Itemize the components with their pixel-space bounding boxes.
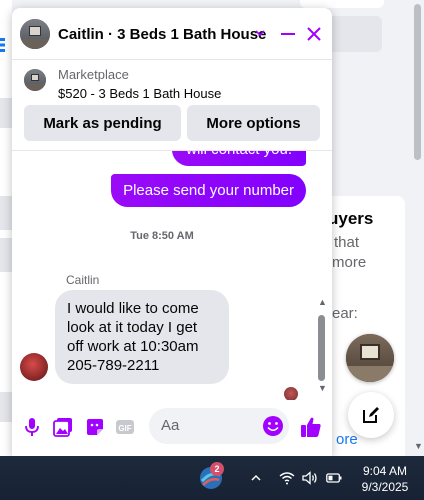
left-sidebar-item[interactable] xyxy=(0,196,12,230)
show-hidden-icons-button[interactable] xyxy=(248,470,264,486)
gif-button[interactable]: GIF xyxy=(114,416,136,438)
page-scrollbar-thumb[interactable] xyxy=(414,4,421,160)
marketplace-listing-banner: Marketplace $520 - 3 Beds 1 Bath House M… xyxy=(12,61,332,151)
message-input-wrapper[interactable] xyxy=(149,408,289,444)
listing-source: Marketplace xyxy=(58,67,129,82)
outgoing-message: will contact you. xyxy=(172,151,306,166)
wifi-button[interactable] xyxy=(279,470,295,486)
scroll-down-arrow-icon[interactable]: ▼ xyxy=(414,441,423,451)
background-text: ear: xyxy=(332,305,358,322)
outgoing-message: Please send your number xyxy=(111,174,306,207)
left-sidebar-item[interactable] xyxy=(0,238,12,272)
sticker-button[interactable] xyxy=(84,416,106,438)
incoming-message: I would like to come look at it today I … xyxy=(55,290,229,384)
photo-icon xyxy=(53,418,72,437)
close-button[interactable] xyxy=(304,24,324,44)
sender-name: Caitlin xyxy=(66,273,100,287)
battery-button[interactable] xyxy=(326,470,342,486)
chat-avatar[interactable] xyxy=(20,19,50,49)
message-timestamp: Tue 8:50 AM xyxy=(130,230,194,242)
compose-icon xyxy=(363,407,379,423)
svg-text:GIF: GIF xyxy=(118,424,131,433)
sticker-icon xyxy=(87,419,103,435)
like-button[interactable] xyxy=(298,414,324,440)
listing-title[interactable]: $520 - 3 Beds 1 Bath House xyxy=(58,86,221,101)
sidebar-menu-icon[interactable] xyxy=(0,38,6,52)
battery-icon xyxy=(326,473,342,483)
chevron-down-icon[interactable] xyxy=(254,27,266,39)
message-list: will contact you. Please send your numbe… xyxy=(12,151,332,400)
gif-icon: GIF xyxy=(116,420,134,434)
taskbar: 2 9:04 AM 9/3/2025 xyxy=(0,456,424,500)
listing-thumbnail[interactable] xyxy=(24,69,46,91)
volume-button[interactable] xyxy=(302,470,318,486)
clock-time: 9:04 AM xyxy=(362,464,408,478)
background-card xyxy=(300,0,384,8)
microphone-icon xyxy=(25,418,39,436)
message-input[interactable] xyxy=(161,417,261,434)
left-sidebar-item[interactable] xyxy=(0,392,12,422)
chat-header: Caitlin · 3 Beds 1 Bath House xyxy=(12,8,332,60)
new-message-button[interactable] xyxy=(348,392,394,438)
chevron-up-icon xyxy=(251,474,261,481)
clock-date: 9/3/2025 xyxy=(361,480,409,494)
message-composer: GIF xyxy=(12,400,332,456)
left-sidebar-item[interactable] xyxy=(0,98,12,128)
chat-title[interactable]: Caitlin · 3 Beds 1 Bath House xyxy=(58,26,266,43)
read-receipt-avatar xyxy=(284,387,298,400)
more-options-button[interactable]: More options xyxy=(187,105,320,141)
minimize-icon xyxy=(281,33,295,35)
background-text: that xyxy=(334,234,360,251)
attach-photo-button[interactable] xyxy=(52,416,74,438)
mark-as-pending-button[interactable]: Mark as pending xyxy=(24,105,181,141)
notification-badge: 2 xyxy=(210,462,224,476)
close-icon xyxy=(307,27,321,41)
see-more-link[interactable]: ore xyxy=(336,431,358,448)
thumbs-up-icon xyxy=(301,417,321,437)
background-text: more xyxy=(332,254,367,271)
speaker-icon xyxy=(302,471,317,485)
contact-avatar-bubble[interactable] xyxy=(346,334,394,382)
message-scrollbar-thumb[interactable] xyxy=(318,315,325,381)
scroll-up-arrow-icon[interactable]: ▲ xyxy=(318,297,327,307)
sender-avatar[interactable] xyxy=(20,353,48,381)
chat-window: Caitlin · 3 Beds 1 Bath House Marketplac… xyxy=(12,8,332,456)
scroll-down-arrow-icon[interactable]: ▼ xyxy=(318,383,327,393)
emoji-icon[interactable] xyxy=(262,415,284,437)
background-heading: uyers xyxy=(328,209,374,228)
system-clock[interactable]: 9:04 AM 9/3/2025 xyxy=(356,463,414,495)
wifi-icon xyxy=(279,472,295,485)
minimize-button[interactable] xyxy=(278,24,298,44)
voice-clip-button[interactable] xyxy=(21,416,43,438)
